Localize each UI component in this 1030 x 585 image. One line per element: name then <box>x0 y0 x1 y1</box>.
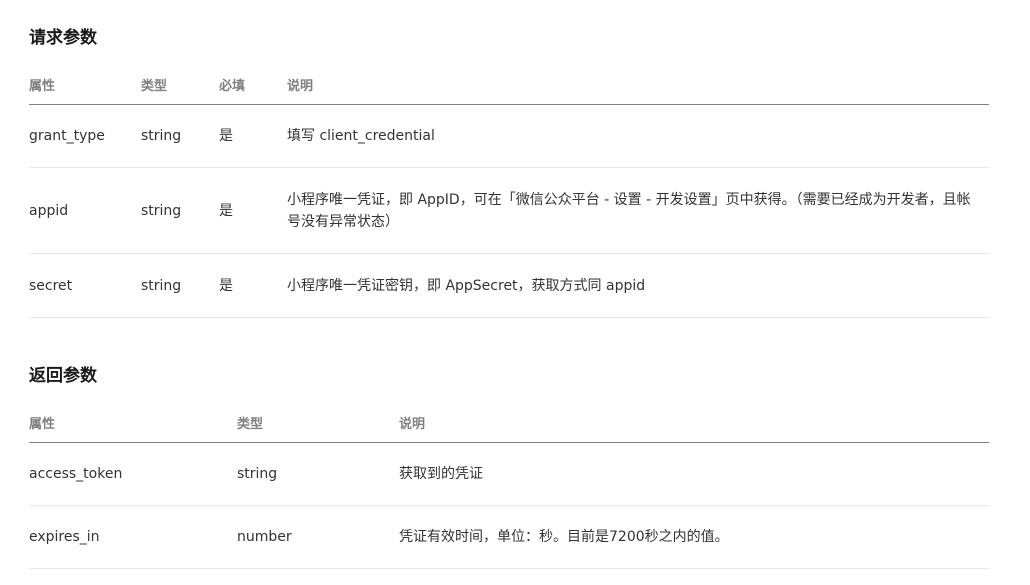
param-name: access_token <box>29 442 237 506</box>
table-header-row: 属性 类型 必填 说明 <box>29 64 989 105</box>
param-name: expires_in <box>29 505 237 569</box>
table-header-row: 属性 类型 说明 <box>29 402 989 443</box>
param-description: 凭证有效时间，单位：秒。目前是7200秒之内的值。 <box>399 505 989 569</box>
header-type: 类型 <box>141 64 219 105</box>
param-name: appid <box>29 167 141 254</box>
response-params-table: 属性 类型 说明 access_token string 获取到的凭证 expi… <box>29 402 989 569</box>
param-name: secret <box>29 253 141 318</box>
param-description: 获取到的凭证 <box>399 442 989 506</box>
header-required: 必填 <box>219 64 287 105</box>
param-type: string <box>141 253 219 318</box>
param-description: 小程序唯一凭证，即 AppID，可在「微信公众平台 - 设置 - 开发设置」页中… <box>287 167 989 254</box>
param-type: string <box>141 104 219 168</box>
param-description: 填写 client_credential <box>287 104 989 168</box>
request-params-table: 属性 类型 必填 说明 grant_type string 是 填写 clien… <box>29 64 989 318</box>
request-params-title: 请求参数 <box>29 28 97 48</box>
param-type: string <box>141 167 219 254</box>
table-row: expires_in number 凭证有效时间，单位：秒。目前是7200秒之内… <box>29 505 989 569</box>
param-required: 是 <box>219 167 287 254</box>
param-required: 是 <box>219 253 287 318</box>
table-row: secret string 是 小程序唯一凭证密钥，即 AppSecret，获取… <box>29 253 989 318</box>
param-required: 是 <box>219 104 287 168</box>
table-row: appid string 是 小程序唯一凭证，即 AppID，可在「微信公众平台… <box>29 167 989 254</box>
table-row: grant_type string 是 填写 client_credential <box>29 104 989 168</box>
param-type: string <box>237 442 399 506</box>
param-description: 小程序唯一凭证密钥，即 AppSecret，获取方式同 appid <box>287 253 989 318</box>
header-attribute: 属性 <box>29 64 141 105</box>
table-row: access_token string 获取到的凭证 <box>29 442 989 506</box>
response-params-title: 返回参数 <box>29 366 97 386</box>
param-name: grant_type <box>29 104 141 168</box>
header-attribute: 属性 <box>29 402 237 443</box>
param-type: number <box>237 505 399 569</box>
header-description: 说明 <box>399 402 989 443</box>
header-description: 说明 <box>287 64 989 105</box>
header-type: 类型 <box>237 402 399 443</box>
